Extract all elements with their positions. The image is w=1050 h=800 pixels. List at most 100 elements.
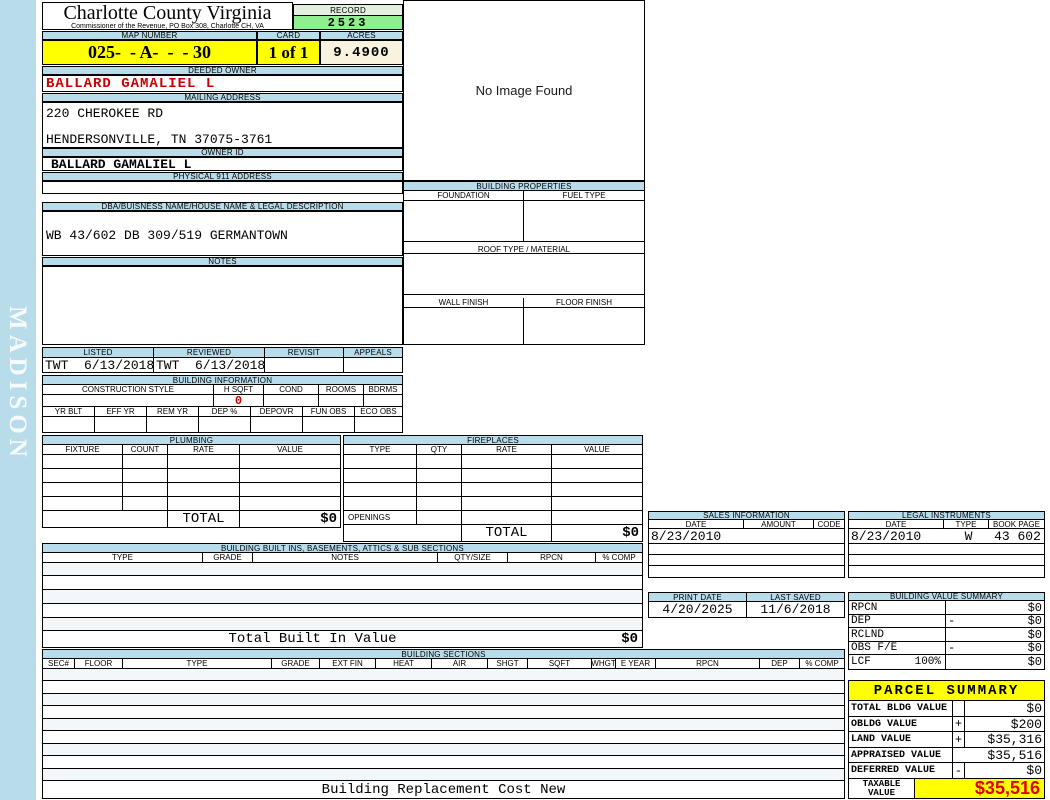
building-sections-row[interactable] <box>43 706 844 719</box>
fireplaces-table: FIREPLACES TYPE QTY RATE VALUE OPENINGS … <box>343 435 643 542</box>
sales-row[interactable]: 8/23/2010 <box>649 529 844 544</box>
bdrms-value[interactable] <box>364 395 402 406</box>
building-sections-row[interactable] <box>43 744 844 756</box>
legal-instrument-row[interactable]: 8/23/2010 W 43 602 <box>849 529 1044 544</box>
land-value-label: LAND VALUE <box>849 732 953 747</box>
air-label: AIR <box>432 659 488 668</box>
dep-value: - $0 <box>948 614 1042 628</box>
sales-row[interactable] <box>649 566 844 577</box>
fireplaces-row[interactable] <box>344 455 642 469</box>
sale-date: 8/23/2010 <box>651 529 722 544</box>
funobs-value[interactable] <box>303 417 355 432</box>
ecoobs-value[interactable] <box>355 417 402 432</box>
notes-box[interactable] <box>42 266 403 345</box>
built-ins-row[interactable] <box>43 576 642 590</box>
rate-label: RATE <box>168 445 240 454</box>
sale-amount <box>746 529 816 543</box>
building-sections-row[interactable] <box>43 669 844 681</box>
plumbing-row[interactable] <box>43 469 340 483</box>
eyear-label: E YEAR <box>616 659 656 668</box>
mailing-address-box[interactable]: 220 CHEROKEE RD HENDERSONVILLE, TN 37075… <box>42 102 403 148</box>
fireplaces-row[interactable] <box>344 469 642 483</box>
shgt-label: SHGT <box>488 659 528 668</box>
construction-style-value[interactable] <box>43 395 214 406</box>
deppct-value[interactable] <box>199 417 251 432</box>
rpcn-label: RPCN <box>508 553 596 562</box>
wall-finish-value[interactable] <box>404 308 524 344</box>
appeals-value[interactable] <box>344 358 402 372</box>
remyr-value[interactable] <box>147 417 199 432</box>
building-sections-row[interactable] <box>43 731 844 744</box>
effyr-value[interactable] <box>95 417 147 432</box>
fuel-type-value[interactable] <box>524 201 644 241</box>
taxable-value: $35,516 <box>915 778 1044 798</box>
physical-address-value[interactable] <box>42 181 403 194</box>
record-value[interactable]: 2523 <box>293 16 403 30</box>
count-label: COUNT <box>123 445 168 454</box>
building-value-summary: BUILDING VALUE SUMMARY RPCN $0 DEP - $0 … <box>848 592 1045 670</box>
built-ins-row[interactable] <box>43 590 642 604</box>
building-sections-row[interactable] <box>43 756 844 769</box>
record-label: RECORD <box>293 4 403 16</box>
plumbing-total-label: TOTAL <box>168 511 240 527</box>
built-ins-row[interactable] <box>43 563 642 576</box>
cond-value[interactable] <box>264 395 319 406</box>
lcf-percent: 100% <box>914 656 941 668</box>
openings-value[interactable] <box>417 511 462 524</box>
hsqft-value[interactable]: 0 <box>214 394 264 408</box>
sales-row[interactable] <box>649 544 844 555</box>
building-sections-row[interactable] <box>43 681 844 694</box>
plumbing-row[interactable] <box>43 483 340 497</box>
dba-box[interactable]: WB 43/602 DB 309/519 GERMANTOWN <box>42 211 403 256</box>
floor-finish-label: FLOOR FINISH <box>555 298 612 307</box>
listed-value[interactable]: TWT 6/13/2018 <box>43 358 154 373</box>
obldg-value-label: OBLDG VALUE <box>849 717 953 731</box>
plumbing-row[interactable] <box>43 455 340 469</box>
pct-comp-label: % COMP <box>596 553 642 562</box>
sales-row[interactable] <box>649 555 844 566</box>
building-sections-row[interactable] <box>43 769 844 781</box>
plumbing-row[interactable] <box>43 497 340 511</box>
yrblt-value[interactable] <box>43 417 95 432</box>
map-number-value[interactable]: 025- - A- - - 30 <box>42 40 257 65</box>
card-value[interactable]: 1 of 1 <box>257 40 320 65</box>
fireplaces-title: FIREPLACES <box>344 436 642 445</box>
owner-id-value[interactable]: BALLARD GAMALIEL L <box>42 157 403 172</box>
rooms-value[interactable] <box>319 395 364 406</box>
foundation-value[interactable] <box>404 201 524 241</box>
legal-instrument-row[interactable] <box>849 544 1044 555</box>
property-image-box: No Image Found <box>403 0 645 181</box>
fireplaces-row[interactable] <box>344 497 642 511</box>
rpcn-label: RPCN <box>849 601 946 614</box>
rate-label: RATE <box>462 445 552 454</box>
record-box: RECORD 2523 <box>293 4 403 30</box>
built-ins-table: BUILDING BUILT INS, BASEMENTS, ATTICS & … <box>42 543 643 648</box>
sales-information-title: SALES INFORMATION <box>649 511 844 520</box>
depovr-value[interactable] <box>251 417 303 432</box>
grade-label: GRADE <box>272 659 320 668</box>
deeded-owner-value[interactable]: BALLARD GAMALIEL L <box>42 75 403 92</box>
fireplaces-row[interactable] <box>344 483 642 497</box>
book-page-label: BOOK PAGE <box>989 520 1044 529</box>
floor-finish-value[interactable] <box>524 308 644 344</box>
sec-label: SEC# <box>43 659 75 668</box>
sidebar: MADISON <box>0 0 36 800</box>
mailing-address-label: MAILING ADDRESS <box>42 93 403 102</box>
legal-instrument-row[interactable] <box>849 555 1044 566</box>
roof-type-value[interactable] <box>404 254 644 295</box>
legal-instrument-row[interactable] <box>849 566 1044 577</box>
remyr-label: REM YR <box>147 407 199 416</box>
revisit-value[interactable] <box>265 358 344 372</box>
grade-label: GRADE <box>203 553 253 562</box>
reviewed-value[interactable]: TWT 6/13/2018 <box>154 358 265 373</box>
deeded-owner-label: DEEDED OWNER <box>42 66 403 75</box>
built-ins-row[interactable] <box>43 604 642 618</box>
instrument-book-page: 43 602 <box>994 529 1041 544</box>
building-sections-row[interactable] <box>43 694 844 706</box>
dep-operator: - <box>948 614 956 628</box>
qty-label: QTY <box>417 445 462 454</box>
building-sections-row[interactable] <box>43 719 844 731</box>
acres-value[interactable]: 9.4900 <box>320 40 403 65</box>
built-ins-row[interactable] <box>43 618 642 631</box>
building-replacement-footer: Building Replacement Cost New <box>321 781 566 798</box>
